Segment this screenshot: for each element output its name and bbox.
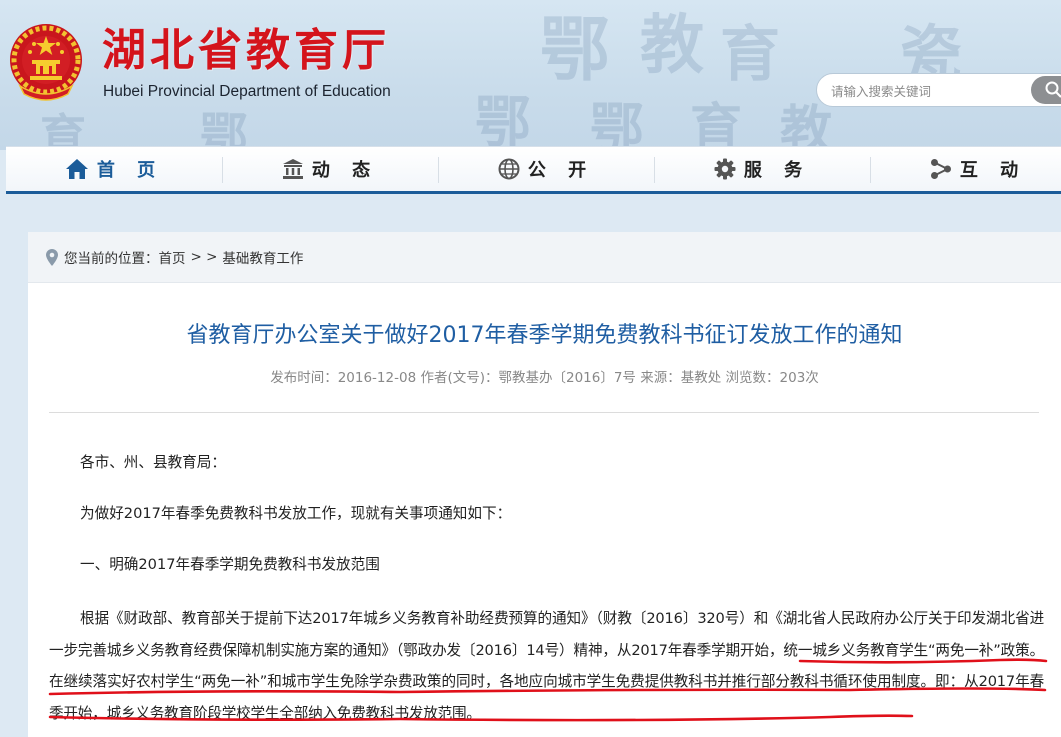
nav-label-news: 动 态 [311,160,379,181]
location-pin-icon [46,248,58,266]
gear-icon [714,158,736,180]
article-body-paragraph: 根据《财政部、教育部关于提前下达2017年城乡义务教育补助经费预算的通知》（财教… [49,610,1044,722]
nav-label-home: 首 页 [96,160,164,181]
nav-item-public[interactable]: 公 开 [438,147,654,191]
building-icon [282,159,303,179]
nav-label-public: 公 开 [527,160,595,181]
title-divider [49,412,1039,413]
share-icon [930,159,951,179]
breadcrumb-separator: > > [190,249,218,265]
nav-item-news[interactable]: 动 态 [222,147,438,191]
article-meta: 发布时间：2016-12-08 作者(文号)：鄂教基办〔2016〕7号 来源：基… [270,370,819,386]
breadcrumb: 您当前的位置： 首页 > > 基础教育工作 [28,232,1061,283]
nav-label-service: 服 务 [743,160,811,181]
main-nav: 首 页 动 态 公 开 服 务 互 动 [6,146,1061,194]
site-subtitle: Hubei Provincial Department of Education [103,83,391,100]
article-section-heading: 一、明确2017年春季学期免费教科书发放范围 [80,556,380,573]
globe-icon [498,158,520,180]
search-box [816,73,1061,107]
site-title: 湖北省教育厅 [102,25,390,76]
site-header: 鄂 教 育 瓷 鄂 鄂 育 教 鄂 育 湖北省教育厅 Hubei Provinc… [0,0,1061,150]
national-emblem-icon [10,24,82,101]
breadcrumb-prefix: 您当前的位置： [64,251,159,267]
article-title: 省教育厅办公室关于做好2017年春季学期免费教科书征订发放工作的通知 [186,323,903,348]
breadcrumb-current-link[interactable]: 基础教育工作 [222,247,303,267]
search-input[interactable] [829,81,1023,101]
nav-item-service[interactable]: 服 务 [654,147,870,191]
nav-label-interact: 互 动 [959,160,1027,181]
breadcrumb-home-link[interactable]: 首页 [159,247,186,267]
nav-item-interact[interactable]: 互 动 [870,147,1061,191]
article-intro: 为做好2017年春季免费教科书发放工作，现就有关事项通知如下： [80,505,512,522]
search-icon [1045,81,1061,98]
article-greeting: 各市、州、县教育局： [80,454,226,471]
home-icon [65,159,88,179]
nav-item-home[interactable]: 首 页 [6,147,222,191]
search-button[interactable] [1031,76,1061,104]
